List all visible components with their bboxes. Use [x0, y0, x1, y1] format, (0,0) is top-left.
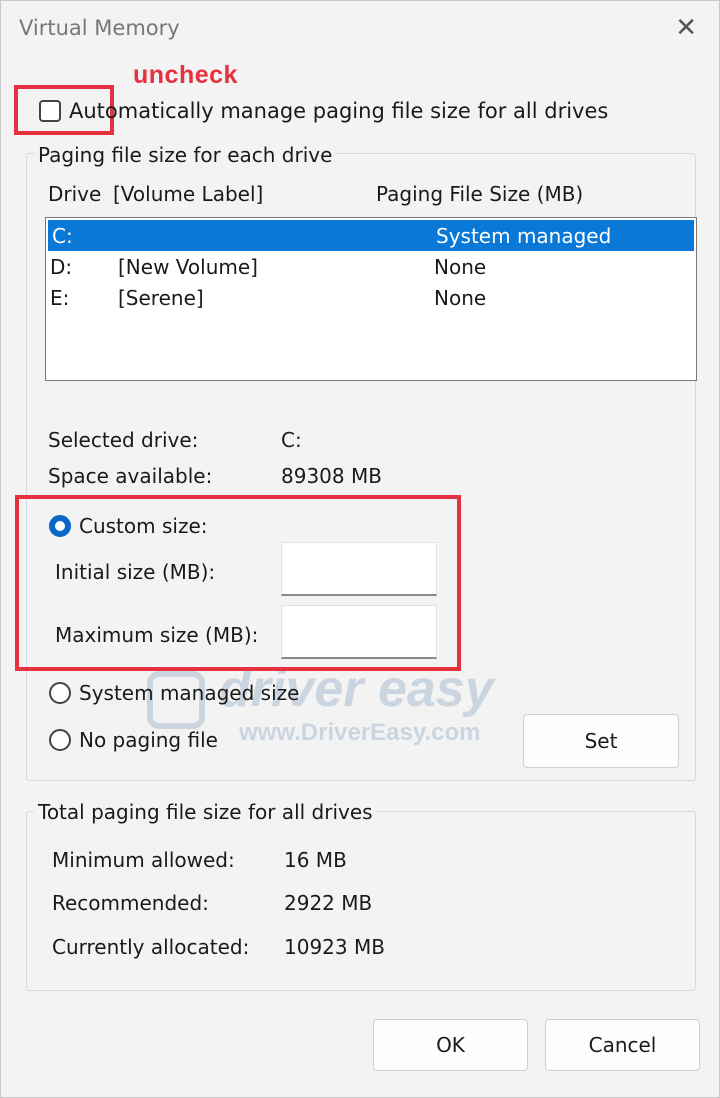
annotation-box-custom-size — [15, 495, 461, 671]
column-paging-size: Paging File Size (MB) — [376, 182, 584, 206]
currently-allocated-value: 10923 MB — [284, 935, 385, 959]
minimum-allowed-label: Minimum allowed: — [52, 848, 235, 872]
drive-size: None — [434, 286, 487, 310]
drive-row-e[interactable]: E: [Serene] None — [46, 282, 696, 313]
auto-manage-checkbox[interactable] — [39, 100, 61, 122]
paging-group-title: Paging file size for each drive — [34, 143, 337, 167]
drive-row-d[interactable]: D: [New Volume] None — [46, 251, 696, 282]
no-paging-radio[interactable] — [49, 729, 71, 751]
no-paging-label: No paging file — [79, 728, 218, 752]
window-title: Virtual Memory — [19, 16, 180, 40]
drive-letter: D: — [50, 255, 73, 279]
close-icon[interactable]: ✕ — [675, 13, 697, 43]
space-available-label: Space available: — [48, 464, 213, 488]
drive-list[interactable]: C: System managed D: [New Volume] None E… — [45, 217, 697, 381]
cancel-button[interactable]: Cancel — [545, 1019, 700, 1071]
total-group-title: Total paging file size for all drives — [34, 800, 377, 824]
title-bar: Virtual Memory ✕ — [1, 1, 719, 57]
column-volume-label: [Volume Label] — [113, 182, 264, 206]
virtual-memory-dialog: Virtual Memory ✕ uncheck Automatically m… — [0, 0, 720, 1098]
drive-label: [Serene] — [118, 286, 204, 310]
currently-allocated-label: Currently allocated: — [52, 935, 250, 959]
recommended-value: 2922 MB — [284, 891, 373, 915]
drive-size: None — [434, 255, 487, 279]
minimum-allowed-value: 16 MB — [284, 848, 347, 872]
space-available-value: 89308 MB — [281, 464, 382, 488]
system-managed-option[interactable]: System managed size — [49, 678, 299, 708]
column-drive: Drive — [48, 182, 102, 206]
auto-manage-row[interactable]: Automatically manage paging file size fo… — [39, 97, 608, 125]
drive-row-c[interactable]: C: System managed — [48, 220, 694, 251]
annotation-label: uncheck — [133, 61, 238, 89]
selected-drive-value: C: — [281, 428, 302, 452]
drive-letter: C: — [52, 224, 73, 248]
drive-size: System managed — [436, 224, 612, 248]
system-managed-label: System managed size — [79, 681, 300, 705]
drive-label: [New Volume] — [118, 255, 258, 279]
no-paging-option[interactable]: No paging file — [49, 725, 218, 755]
ok-button[interactable]: OK — [373, 1019, 528, 1071]
system-managed-radio[interactable] — [49, 682, 71, 704]
selected-drive-label: Selected drive: — [48, 428, 199, 452]
drive-letter: E: — [50, 286, 70, 310]
recommended-label: Recommended: — [52, 891, 209, 915]
set-button[interactable]: Set — [523, 714, 679, 768]
auto-manage-label: Automatically manage paging file size fo… — [69, 99, 609, 123]
